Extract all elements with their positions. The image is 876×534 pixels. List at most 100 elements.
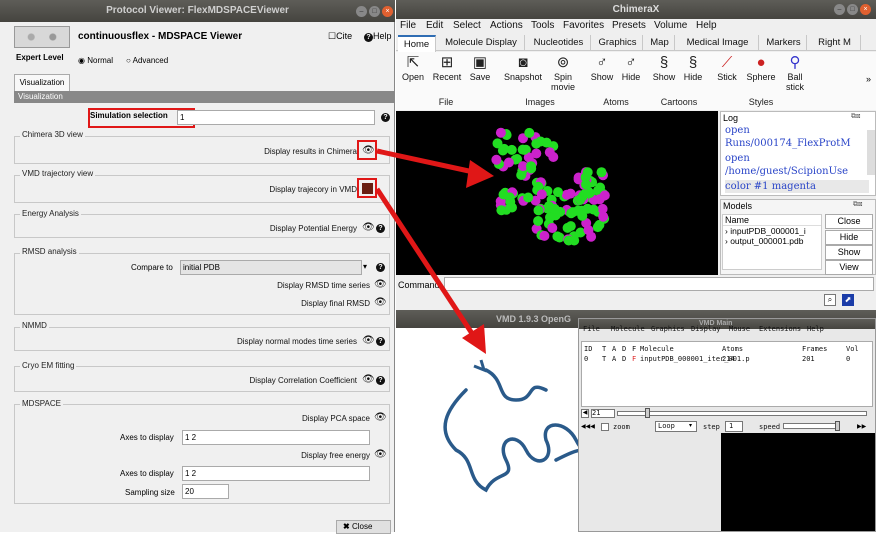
model-close-button[interactable]: Close (825, 214, 873, 229)
eye-icon[interactable]: 👁 (374, 412, 387, 423)
menu-volume[interactable]: Volume (654, 20, 687, 31)
model-row[interactable]: › output_000001.pdb (723, 236, 821, 246)
model-view-button[interactable]: View (825, 260, 873, 275)
settings-icon[interactable]: ⬈ (842, 294, 854, 306)
sampling-size-input[interactable]: 20 (182, 484, 229, 499)
vmd-play-forward-icon[interactable]: ▶▶ (857, 423, 866, 430)
ball-stick-button[interactable]: ⚲ Ball stick (781, 54, 809, 92)
vmd-step-input[interactable]: 1 (725, 421, 743, 432)
stick-button[interactable]: ⟋ Stick (712, 54, 742, 82)
tab-molecule-display[interactable]: Molecule Display (438, 35, 525, 51)
vmd-menu-help[interactable]: Help (807, 325, 824, 333)
tab-graphics[interactable]: Graphics (593, 35, 643, 51)
cartoons-hide-button[interactable]: § Hide (679, 54, 707, 82)
vmd-menu-display[interactable]: Display (691, 325, 721, 333)
model-hide-button[interactable]: Hide (825, 230, 873, 245)
simulation-selection-input[interactable]: 1 (177, 110, 375, 125)
menu-favorites[interactable]: Favorites (563, 20, 604, 31)
menu-select[interactable]: Select (453, 20, 481, 31)
menu-actions[interactable]: Actions (490, 20, 523, 31)
minimize-icon[interactable]: – (834, 4, 845, 15)
panel-controls-icon[interactable]: ⧉⊠ (851, 113, 860, 121)
tab-right-mouse[interactable]: Right M (809, 35, 861, 51)
eye-icon[interactable]: 👁 (374, 297, 387, 308)
minimize-icon[interactable]: – (356, 6, 367, 17)
help-icon: ? (364, 33, 373, 42)
snapshot-button[interactable]: ◙ Snapshot (500, 54, 546, 82)
vmd-rewind-icon[interactable]: ◀◀◀ (581, 423, 595, 430)
maximize-icon[interactable]: □ (847, 4, 858, 15)
recent-button[interactable]: ⊞ Recent (429, 54, 465, 82)
menu-help[interactable]: Help (696, 20, 717, 31)
radio-advanced[interactable]: ○ Advanced (126, 56, 168, 65)
eye-icon[interactable]: 👁 (374, 279, 387, 290)
toolbar-more-icon[interactable]: » (866, 74, 871, 84)
log-link[interactable]: open /home/guest/ScipionUse (725, 153, 848, 177)
dropdown-arrow-icon[interactable]: ▾ (689, 422, 692, 429)
vmd-menu-extensions[interactable]: Extensions (759, 325, 801, 333)
atoms-show-button[interactable]: ♂ Show (588, 54, 616, 82)
vmd-zoom-checkbox[interactable] (601, 423, 609, 431)
vmd-frame-slider[interactable] (617, 411, 867, 416)
cite-button[interactable]: ☐Cite (328, 31, 352, 42)
menu-tools[interactable]: Tools (531, 20, 554, 31)
vmd-speed-handle[interactable] (835, 421, 840, 431)
help-icon[interactable]: ? (376, 376, 385, 385)
vmd-menu-graphics[interactable]: Graphics (651, 325, 685, 333)
vmd-menu-mouse[interactable]: Mouse (729, 325, 750, 333)
compare-to-select[interactable]: initial PDB (180, 260, 362, 275)
eye-icon[interactable]: 👁 (362, 222, 375, 233)
help-icon[interactable]: ? (376, 337, 385, 346)
atom-sphere (575, 194, 585, 205)
tab-visualization[interactable]: Visualization (14, 74, 70, 91)
eye-icon[interactable]: 👁 (362, 335, 375, 346)
menu-edit[interactable]: Edit (426, 20, 443, 31)
log-link[interactable]: open Runs/000174_FlexProtM (725, 125, 851, 149)
axes-input[interactable]: 1 2 (182, 466, 370, 481)
vmd-menu-file[interactable]: File (583, 325, 600, 333)
help-button[interactable]: ? Help (364, 31, 392, 42)
sphere-button[interactable]: ● Sphere (743, 54, 779, 82)
log-scrollbar[interactable] (867, 130, 875, 175)
model-show-button[interactable]: Show (825, 245, 873, 260)
model-row[interactable]: › inputPDB_000001_i (723, 226, 821, 236)
save-button[interactable]: ▣ Save (466, 54, 494, 82)
cartoons-show-button[interactable]: § Show (650, 54, 678, 82)
display-rmsd-final-label: Display final RMSD (301, 299, 370, 308)
vmd-molecule-row[interactable]: 0 T A D F inputPDB_000001_iter_001.p 214… (582, 355, 872, 365)
vmd-prev-icon[interactable]: ◀ (581, 409, 589, 418)
log-link[interactable]: color #1 magenta (725, 181, 816, 192)
menu-file[interactable]: File (400, 20, 416, 31)
help-icon[interactable]: ? (381, 113, 390, 122)
close-window-icon[interactable]: × (860, 4, 871, 15)
tab-map[interactable]: Map (645, 35, 675, 51)
vmd-speed-slider[interactable] (783, 423, 839, 429)
tab-home[interactable]: Home (398, 35, 436, 53)
tab-nucleotides[interactable]: Nucleotides (527, 35, 591, 51)
spin-movie-button[interactable]: ⊚ Spin movie (548, 54, 578, 92)
axes-input[interactable]: 1 2 (182, 430, 370, 445)
help-icon[interactable]: ? (376, 224, 385, 233)
vmd-frame-input[interactable]: 21 (591, 409, 615, 418)
atom-sphere (597, 203, 608, 214)
atom-sphere (544, 147, 555, 158)
command-input[interactable] (444, 277, 874, 291)
close-window-icon[interactable]: × (382, 6, 393, 17)
tab-markers[interactable]: Markers (761, 35, 807, 51)
help-icon[interactable]: ? (376, 263, 385, 272)
maximize-icon[interactable]: □ (369, 6, 380, 17)
tab-medical-image[interactable]: Medical Image (677, 35, 759, 51)
vmd-menu-molecule[interactable]: Molecule (611, 325, 645, 333)
open-button[interactable]: ⇱ Open (399, 54, 427, 82)
atoms-hide-button[interactable]: ♂ Hide (617, 54, 645, 82)
dropdown-arrow-icon[interactable]: ▾ (363, 262, 367, 271)
radio-normal[interactable]: ◉ Normal (78, 56, 113, 65)
atom-sphere (526, 163, 537, 174)
search-icon[interactable]: ⌕ (824, 294, 836, 306)
chimerax-graphics-viewport[interactable] (396, 111, 718, 275)
vmd-slider-handle[interactable] (645, 408, 650, 418)
menu-presets[interactable]: Presets (612, 20, 646, 31)
eye-icon[interactable]: 👁 (374, 449, 387, 460)
eye-icon[interactable]: 👁 (362, 374, 375, 385)
panel-controls-icon[interactable]: ⧉⊠ (853, 201, 862, 209)
